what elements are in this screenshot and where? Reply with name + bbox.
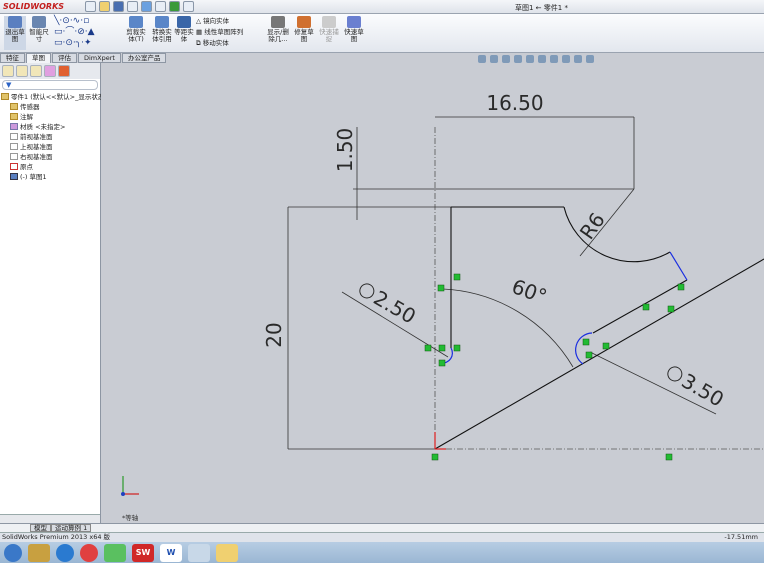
sketch-drawing: 16.50 1.50 20 R6 60° 2.50 3.50 *等轴 xyxy=(121,91,764,522)
bottom-tabs: 模型 运动算例 1 xyxy=(0,523,764,532)
solidworks-taskbar-icon[interactable]: SW xyxy=(132,543,154,562)
view-label: *等轴 xyxy=(122,513,139,522)
tab-model[interactable]: 模型 xyxy=(30,524,51,532)
dimension-r6[interactable]: R6 xyxy=(575,208,610,244)
horizontal-scrollbar[interactable] xyxy=(0,514,100,523)
start-button[interactable] xyxy=(4,543,22,562)
ie-icon[interactable] xyxy=(104,543,126,562)
word-icon[interactable]: W xyxy=(160,543,182,562)
dimension-20[interactable]: 20 xyxy=(262,322,286,347)
taskbar-app-icon[interactable] xyxy=(80,543,98,562)
taskbar-app-icon[interactable] xyxy=(56,543,74,562)
status-text: SolidWorks Premium 2013 x64 版 xyxy=(2,533,111,541)
sketch-line xyxy=(434,258,764,450)
dimension-16-50[interactable]: 16.50 xyxy=(486,91,543,115)
explorer-icon[interactable] xyxy=(216,543,238,562)
paint-icon[interactable] xyxy=(188,543,210,562)
triad-icon xyxy=(121,476,139,496)
dimension-angle-60[interactable]: 60° xyxy=(509,274,551,309)
dimension-1-50[interactable]: 1.50 xyxy=(333,128,357,173)
dimension-diameter-3-50[interactable]: 3.50 xyxy=(678,369,729,412)
taskbar-app-icon[interactable] xyxy=(28,543,50,562)
dimension-diameter-2-50[interactable]: 2.50 xyxy=(370,286,421,329)
taskbar: SW W xyxy=(0,542,764,563)
tab-motion-study[interactable]: 运动算例 1 xyxy=(51,524,92,532)
sketch-line-selected xyxy=(669,251,688,281)
status-bar: SolidWorks Premium 2013 x64 版 -17.51mm xyxy=(0,532,764,542)
angle-dimension-arc xyxy=(442,288,574,368)
coordinate-readout: -17.51mm xyxy=(724,533,758,541)
